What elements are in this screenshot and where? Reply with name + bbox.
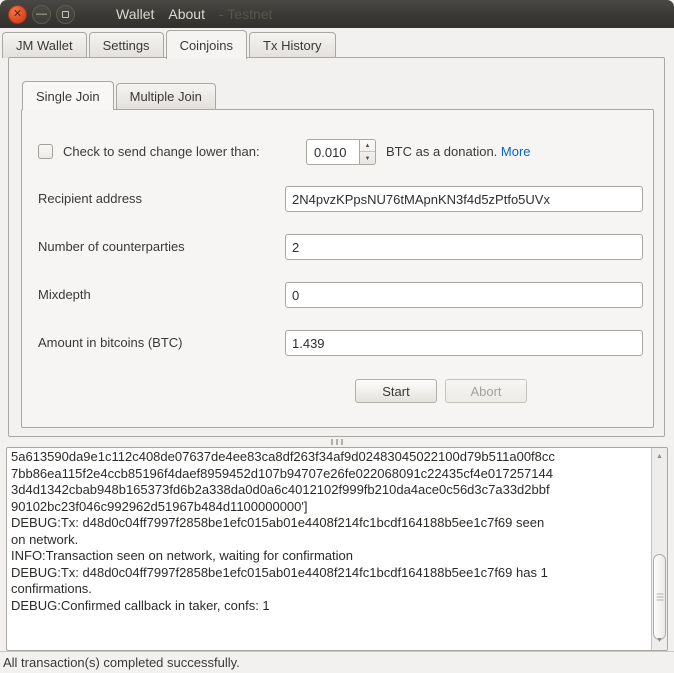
tab-coinjoins[interactable]: Coinjoins [166,30,247,59]
tab-single-join[interactable]: Single Join [22,81,114,110]
spin-buttons: ▲ ▼ [359,139,376,165]
scrollbar-thumb[interactable] [653,554,666,640]
thumb-grip-icon [656,594,663,601]
more-link[interactable]: More [501,144,531,159]
donation-suffix-text: BTC as a donation. [386,144,497,159]
window-title: - Testnet [219,6,272,22]
log-panel: 5a613590da9e1c112c408de07637de4ee83ca8df… [6,447,668,651]
coinjoins-pane: Single Join Multiple Join Check to send … [8,57,665,437]
main-tabbar: JM Wallet Settings Coinjoins Tx History [0,28,674,58]
app-window: ✕ — Wallet About - Testnet JM Wallet Set… [0,0,674,673]
mixdepth-label: Mixdepth [38,282,91,308]
tab-tx-history[interactable]: Tx History [249,32,336,58]
mixdepth-input[interactable] [285,282,643,308]
donation-row: Check to send change lower than: ▲ ▼ BTC… [38,139,643,165]
mixdepth-row: Mixdepth [22,282,653,308]
spin-up-icon[interactable]: ▲ [360,140,375,152]
titlebar-text: Wallet About - Testnet [116,6,272,22]
counterparties-input[interactable] [285,234,643,260]
recipient-address-label: Recipient address [38,186,142,212]
menu-about[interactable]: About [168,6,205,22]
minimize-icon[interactable]: — [32,5,51,24]
spin-down-icon[interactable]: ▼ [360,153,375,165]
donation-amount-input[interactable] [306,139,359,165]
recipient-address-row: Recipient address [22,186,653,212]
menu-wallet[interactable]: Wallet [116,6,154,22]
log-text[interactable]: 5a613590da9e1c112c408de07637de4ee83ca8df… [11,449,648,649]
splitter-handle[interactable] [0,438,674,446]
titlebar: ✕ — Wallet About - Testnet [0,0,674,28]
single-join-pane: Check to send change lower than: ▲ ▼ BTC… [21,109,654,428]
donation-checkbox-label: Check to send change lower than: [63,139,260,165]
recipient-address-input[interactable] [285,186,643,212]
status-message: All transaction(s) completed successfull… [3,655,240,670]
tab-jm-wallet[interactable]: JM Wallet [2,32,87,58]
scroll-up-icon[interactable]: ▲ [652,450,667,464]
maximize-square-glyph [62,11,69,18]
amount-input[interactable] [285,330,643,356]
amount-label: Amount in bitcoins (BTC) [38,330,183,356]
tab-multiple-join[interactable]: Multiple Join [116,83,216,109]
maximize-icon[interactable] [56,5,75,24]
donation-suffix: BTC as a donation. More [386,139,531,165]
join-tabbar: Single Join Multiple Join [22,80,651,109]
abort-button[interactable]: Abort [445,379,527,403]
counterparties-label: Number of counterparties [38,234,185,260]
start-button[interactable]: Start [355,379,437,403]
donation-amount-spinbox: ▲ ▼ [306,139,376,165]
statusbar: All transaction(s) completed successfull… [0,651,674,673]
close-icon[interactable]: ✕ [8,5,27,24]
window-controls: ✕ — [8,5,75,24]
tab-settings[interactable]: Settings [89,32,164,58]
donation-checkbox[interactable] [38,144,53,159]
scroll-down-icon[interactable]: ▼ [652,634,667,648]
action-buttons: Start Abort [22,379,655,403]
log-scrollbar[interactable]: ▲ ▼ [651,448,667,650]
counterparties-row: Number of counterparties [22,234,653,260]
amount-row: Amount in bitcoins (BTC) [22,330,653,356]
